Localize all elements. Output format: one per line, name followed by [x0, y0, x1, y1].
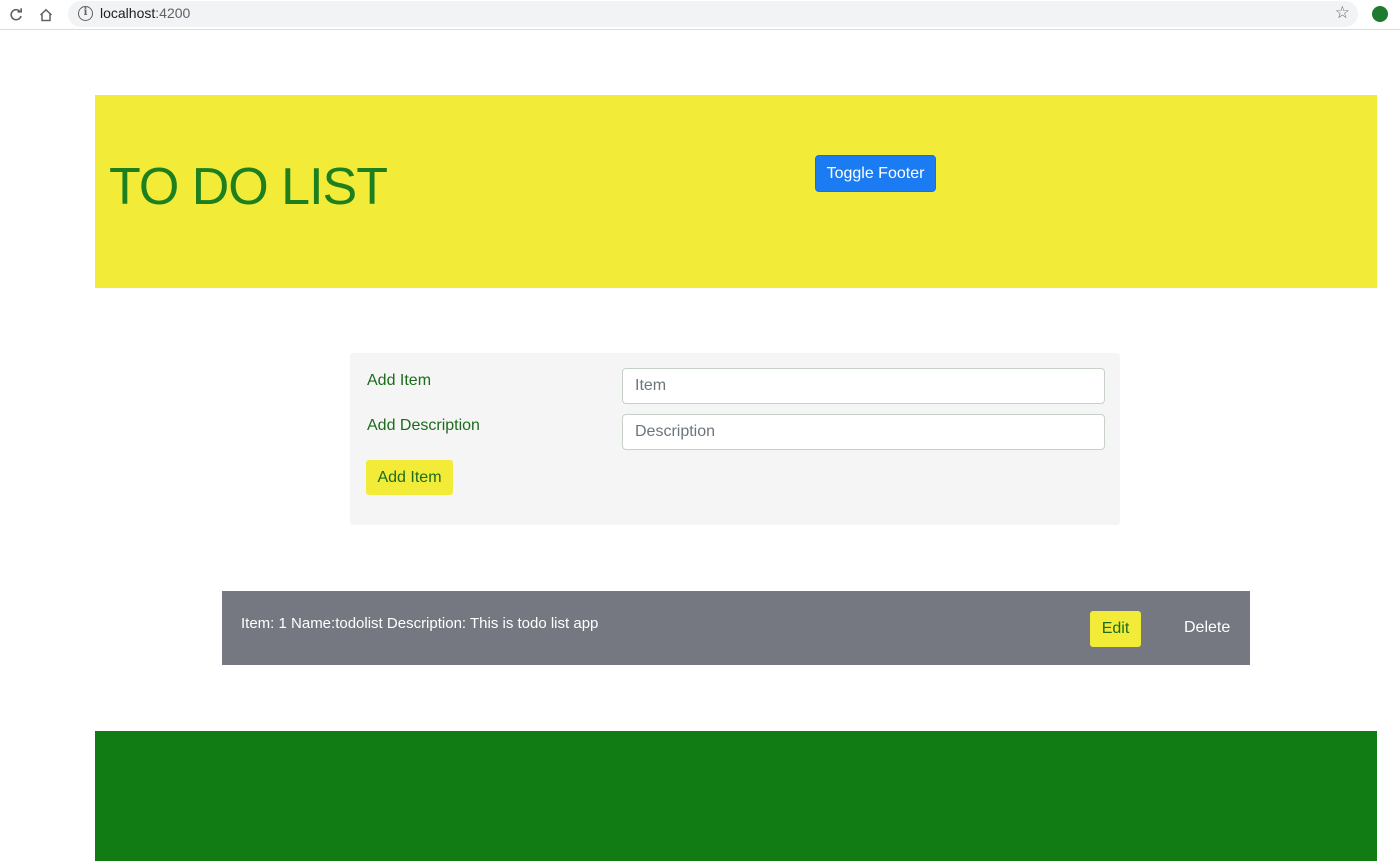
url-port: :4200: [155, 5, 191, 21]
url-host: localhost: [100, 5, 156, 21]
item-input[interactable]: [622, 368, 1105, 404]
toggle-footer-button[interactable]: Toggle Footer: [815, 155, 936, 192]
star-icon[interactable]: ☆: [1335, 3, 1350, 23]
page-title: TO DO LIST: [109, 158, 388, 216]
browser-toolbar: i localhost:4200 ☆: [0, 0, 1400, 30]
info-icon[interactable]: i: [78, 6, 93, 21]
description-input[interactable]: [622, 414, 1105, 450]
item-label: Add Item: [367, 372, 432, 389]
todo-item-text: Item: 1 Name:todolist Description: This …: [241, 615, 599, 632]
home-icon[interactable]: [35, 4, 57, 26]
add-item-button[interactable]: Add Item: [366, 460, 453, 495]
description-label: Add Description: [367, 417, 480, 434]
reload-icon[interactable]: [5, 4, 27, 26]
header-banner: TO DO LIST Toggle Footer: [95, 95, 1377, 288]
extension-icon[interactable]: [1372, 6, 1388, 22]
edit-button[interactable]: Edit: [1090, 611, 1141, 647]
todo-list-item: Item: 1 Name:todolist Description: This …: [222, 591, 1250, 665]
address-bar[interactable]: i localhost:4200 ☆: [68, 1, 1358, 27]
add-item-form: Add Item Add Description Add Item: [350, 353, 1120, 525]
delete-button[interactable]: Delete: [1184, 619, 1230, 637]
footer: [95, 731, 1377, 861]
url-text: localhost:4200: [100, 5, 190, 21]
